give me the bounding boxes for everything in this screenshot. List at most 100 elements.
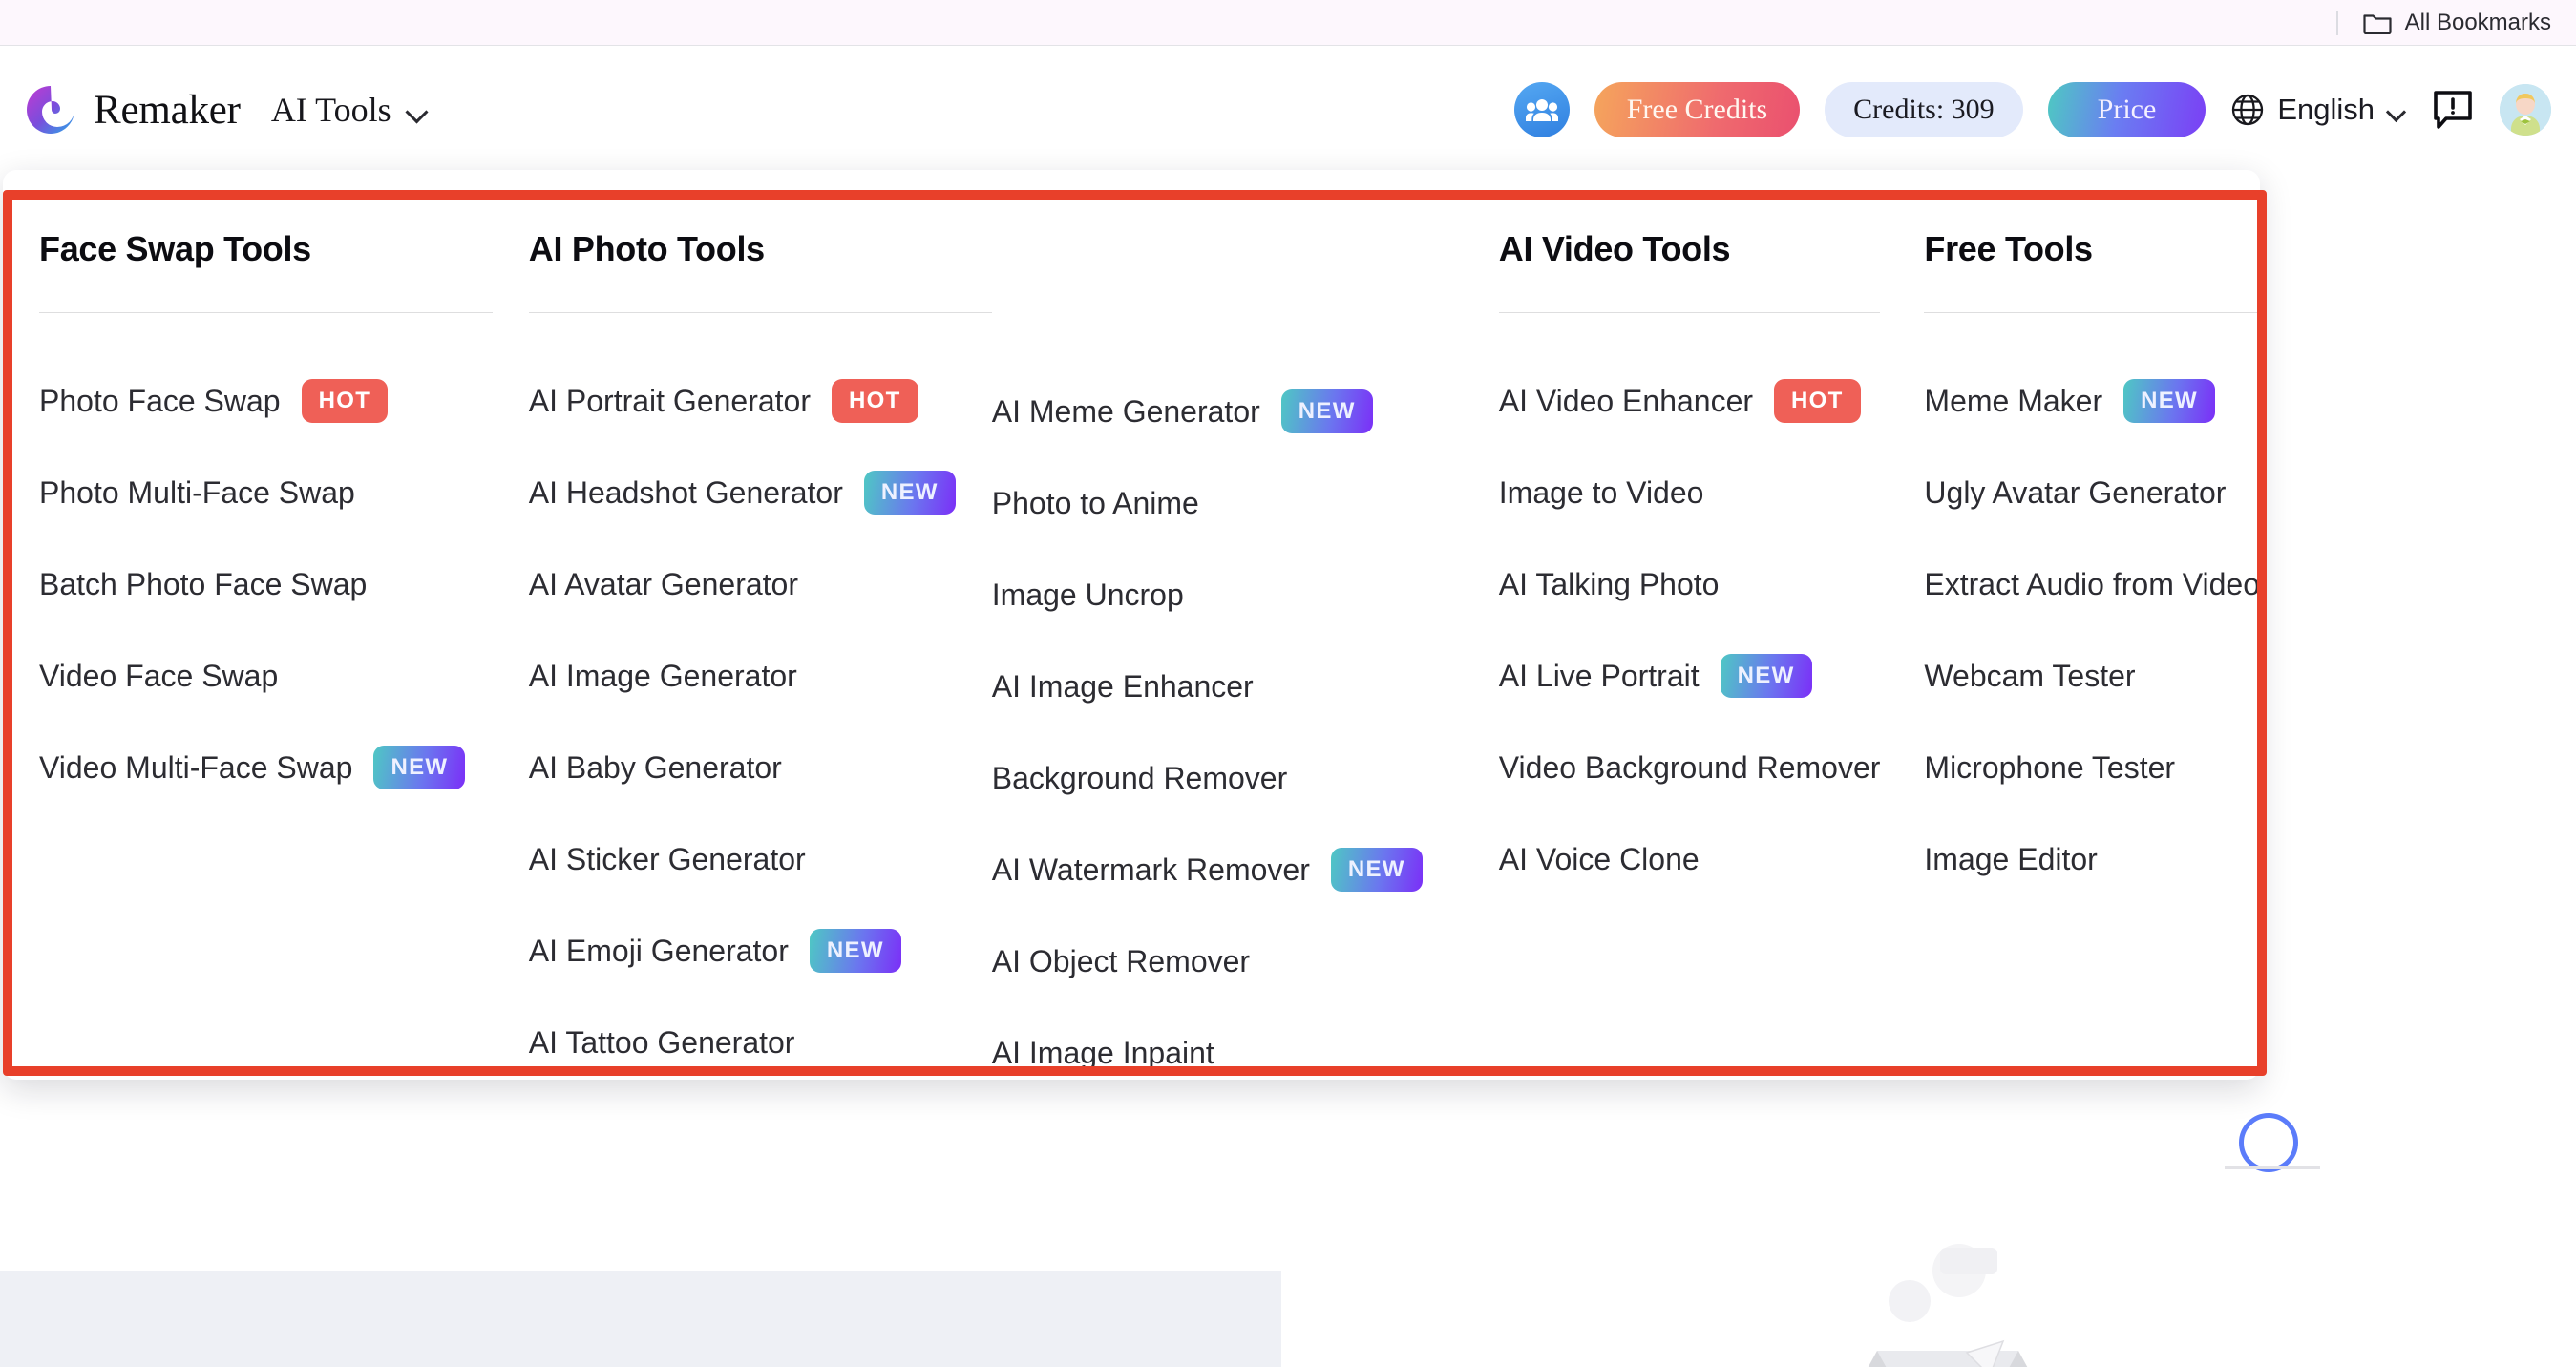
app-root: All Bookmarks NEW ow xyxy=(0,0,2576,1367)
menu-item-label: AI Watermark Remover xyxy=(991,852,1310,887)
menu-item-label: AI Meme Generator xyxy=(991,393,1260,429)
menu-item-ai-baby-generator[interactable]: AI Baby Generator xyxy=(529,722,992,813)
site-header: Remaker AI Tools Free Credits Credits: 3… xyxy=(0,47,2576,173)
people-group-icon[interactable] xyxy=(1513,82,1570,137)
menu-item-video-multi-face-swap[interactable]: Video Multi-Face Swap NEW xyxy=(39,722,493,813)
brand-logo-link[interactable]: Remaker xyxy=(25,84,241,136)
menu-item-image-to-video[interactable]: Image to Video xyxy=(1499,447,1881,538)
nav-ai-tools-label: AI Tools xyxy=(270,91,391,129)
menu-item-label: AI Talking Photo xyxy=(1498,566,1720,601)
menu-item-meme-maker[interactable]: Meme Maker NEW xyxy=(1924,355,2260,447)
menu-subcolumn-primary: AI Photo Tools AI Portrait Generator HOT… xyxy=(528,229,992,1080)
menu-item-label: AI Avatar Generator xyxy=(528,566,798,601)
globe-icon xyxy=(2230,93,2265,127)
menu-item-label: Ugly Avatar Generator xyxy=(1924,474,2227,510)
menu-item-label: Photo to Anime xyxy=(991,485,1199,520)
menu-item-label: Video Background Remover xyxy=(1498,749,1881,785)
menu-item-ai-object-remover[interactable]: AI Object Remover xyxy=(992,915,1455,1007)
menu-item-label: Extract Audio from Video xyxy=(1924,566,2260,601)
menu-item-label: AI Emoji Generator xyxy=(528,933,789,968)
menu-list: Photo Face Swap HOT Photo Multi-Face Swa… xyxy=(39,355,493,813)
menu-list: AI Portrait Generator HOT AI Headshot Ge… xyxy=(529,355,992,1088)
ai-tools-mega-menu: Face Swap Tools Photo Face Swap HOT Phot… xyxy=(3,170,2260,1080)
menu-item-label: AI Portrait Generator xyxy=(528,383,811,418)
menu-item-label: Image Editor xyxy=(1924,841,2098,876)
price-button[interactable]: Price xyxy=(2047,82,2206,137)
menu-item-photo-face-swap[interactable]: Photo Face Swap HOT xyxy=(39,355,493,447)
chevron-down-icon xyxy=(2387,105,2406,116)
menu-item-ai-sticker-generator[interactable]: AI Sticker Generator xyxy=(529,813,992,905)
new-badge: NEW xyxy=(1720,654,1812,698)
brand-name: Remaker xyxy=(94,87,241,133)
browser-bookmarks-bar: All Bookmarks xyxy=(0,0,2576,46)
menu-item-ai-image-generator[interactable]: AI Image Generator xyxy=(529,630,992,722)
loading-spinner-icon xyxy=(2239,1113,2298,1172)
menu-item-label: Batch Photo Face Swap xyxy=(39,566,368,601)
menu-list: AI Video Enhancer HOT Image to Video AI … xyxy=(1499,355,1881,905)
menu-column-ai-video-tools: AI Video Tools AI Video Enhancer HOT Ima… xyxy=(1498,208,1881,1080)
hot-badge: HOT xyxy=(832,379,918,423)
menu-item-video-background-remover[interactable]: Video Background Remover xyxy=(1499,722,1881,813)
menu-item-photo-multi-face-swap[interactable]: Photo Multi-Face Swap xyxy=(39,447,493,538)
menu-item-ai-portrait-generator[interactable]: AI Portrait Generator HOT xyxy=(529,355,992,447)
left-content-panel xyxy=(0,1271,1281,1367)
language-selector[interactable]: English xyxy=(2230,93,2406,127)
menu-item-microphone-tester[interactable]: Microphone Tester xyxy=(1924,722,2260,813)
menu-item-image-editor[interactable]: Image Editor xyxy=(1924,813,2260,905)
menu-item-label: AI Image Enhancer xyxy=(991,668,1254,704)
column-title: Free Tools xyxy=(1924,229,2093,268)
placeholder-line xyxy=(2225,1166,2320,1169)
free-credits-button[interactable]: Free Credits xyxy=(1594,82,1801,137)
language-label: English xyxy=(2277,93,2375,126)
credits-balance[interactable]: Credits: 309 xyxy=(1825,82,2023,137)
menu-item-ai-avatar-generator[interactable]: AI Avatar Generator xyxy=(529,538,992,630)
new-badge: NEW xyxy=(373,746,466,789)
menu-item-ugly-avatar-generator[interactable]: Ugly Avatar Generator xyxy=(1924,447,2260,538)
menu-item-label: Photo Multi-Face Swap xyxy=(39,474,355,510)
menu-item-label: AI Image Generator xyxy=(528,658,797,693)
menu-item-ai-image-inpaint[interactable]: AI Image Inpaint xyxy=(992,1007,1455,1099)
menu-item-label: AI Video Enhancer xyxy=(1498,383,1754,418)
menu-item-ai-headshot-generator[interactable]: AI Headshot Generator NEW xyxy=(529,447,992,538)
menu-item-ai-watermark-remover[interactable]: AI Watermark Remover NEW xyxy=(992,824,1455,915)
menu-item-photo-to-anime[interactable]: Photo to Anime xyxy=(992,457,1455,549)
menu-item-webcam-tester[interactable]: Webcam Tester xyxy=(1924,630,2260,722)
menu-item-ai-meme-generator[interactable]: AI Meme Generator NEW xyxy=(992,366,1455,457)
menu-item-batch-photo-face-swap[interactable]: Batch Photo Face Swap xyxy=(39,538,493,630)
menu-list: AI Meme Generator NEW Photo to Anime Ima… xyxy=(992,366,1455,1099)
menu-item-label: AI Image Inpaint xyxy=(991,1035,1214,1070)
menu-item-background-remover[interactable]: Background Remover xyxy=(992,732,1455,824)
menu-item-image-uncrop[interactable]: Image Uncrop xyxy=(992,549,1455,641)
bookmarks-divider xyxy=(2335,10,2338,35)
menu-item-label: Background Remover xyxy=(991,760,1288,795)
header-actions: Free Credits Credits: 309 Price English xyxy=(1513,82,2551,137)
empty-box-illustration xyxy=(1868,1244,2028,1367)
feedback-exclamation-bubble-icon[interactable] xyxy=(2431,88,2475,132)
all-bookmarks-label: All Bookmarks xyxy=(2404,9,2551,35)
menu-item-ai-talking-photo[interactable]: AI Talking Photo xyxy=(1499,538,1881,630)
user-avatar-icon[interactable] xyxy=(2500,84,2551,136)
menu-item-ai-emoji-generator[interactable]: AI Emoji Generator NEW xyxy=(529,905,992,997)
remaker-swirl-logo-icon xyxy=(25,84,76,136)
menu-subcolumn-secondary: AI Meme Generator NEW Photo to Anime Ima… xyxy=(992,229,1455,1080)
menu-column-ai-photo-tools: AI Photo Tools AI Portrait Generator HOT… xyxy=(528,208,1455,1080)
menu-item-extract-audio-from-video[interactable]: Extract Audio from Video xyxy=(1924,538,2260,630)
menu-item-ai-tattoo-generator[interactable]: AI Tattoo Generator xyxy=(529,997,992,1088)
folder-icon xyxy=(2363,11,2392,34)
menu-item-ai-image-enhancer[interactable]: AI Image Enhancer xyxy=(992,641,1455,732)
menu-item-label: Meme Maker xyxy=(1924,383,2103,418)
menu-item-video-face-swap[interactable]: Video Face Swap xyxy=(39,630,493,722)
column-divider xyxy=(1924,312,2260,313)
all-bookmarks-button[interactable]: All Bookmarks xyxy=(2363,10,2551,36)
menu-item-label: AI Live Portrait xyxy=(1498,658,1700,693)
menu-item-ai-voice-clone[interactable]: AI Voice Clone xyxy=(1499,813,1881,905)
new-badge: NEW xyxy=(1280,389,1373,433)
nav-ai-tools[interactable]: AI Tools xyxy=(271,90,428,130)
menu-item-ai-video-enhancer[interactable]: AI Video Enhancer HOT xyxy=(1499,355,1881,447)
column-title: AI Video Tools xyxy=(1498,229,1731,268)
column-title: Face Swap Tools xyxy=(39,229,311,268)
new-badge: NEW xyxy=(1330,848,1423,892)
column-divider xyxy=(1498,312,1881,313)
menu-item-ai-live-portrait[interactable]: AI Live Portrait NEW xyxy=(1499,630,1881,722)
menu-item-label: AI Voice Clone xyxy=(1498,841,1700,876)
